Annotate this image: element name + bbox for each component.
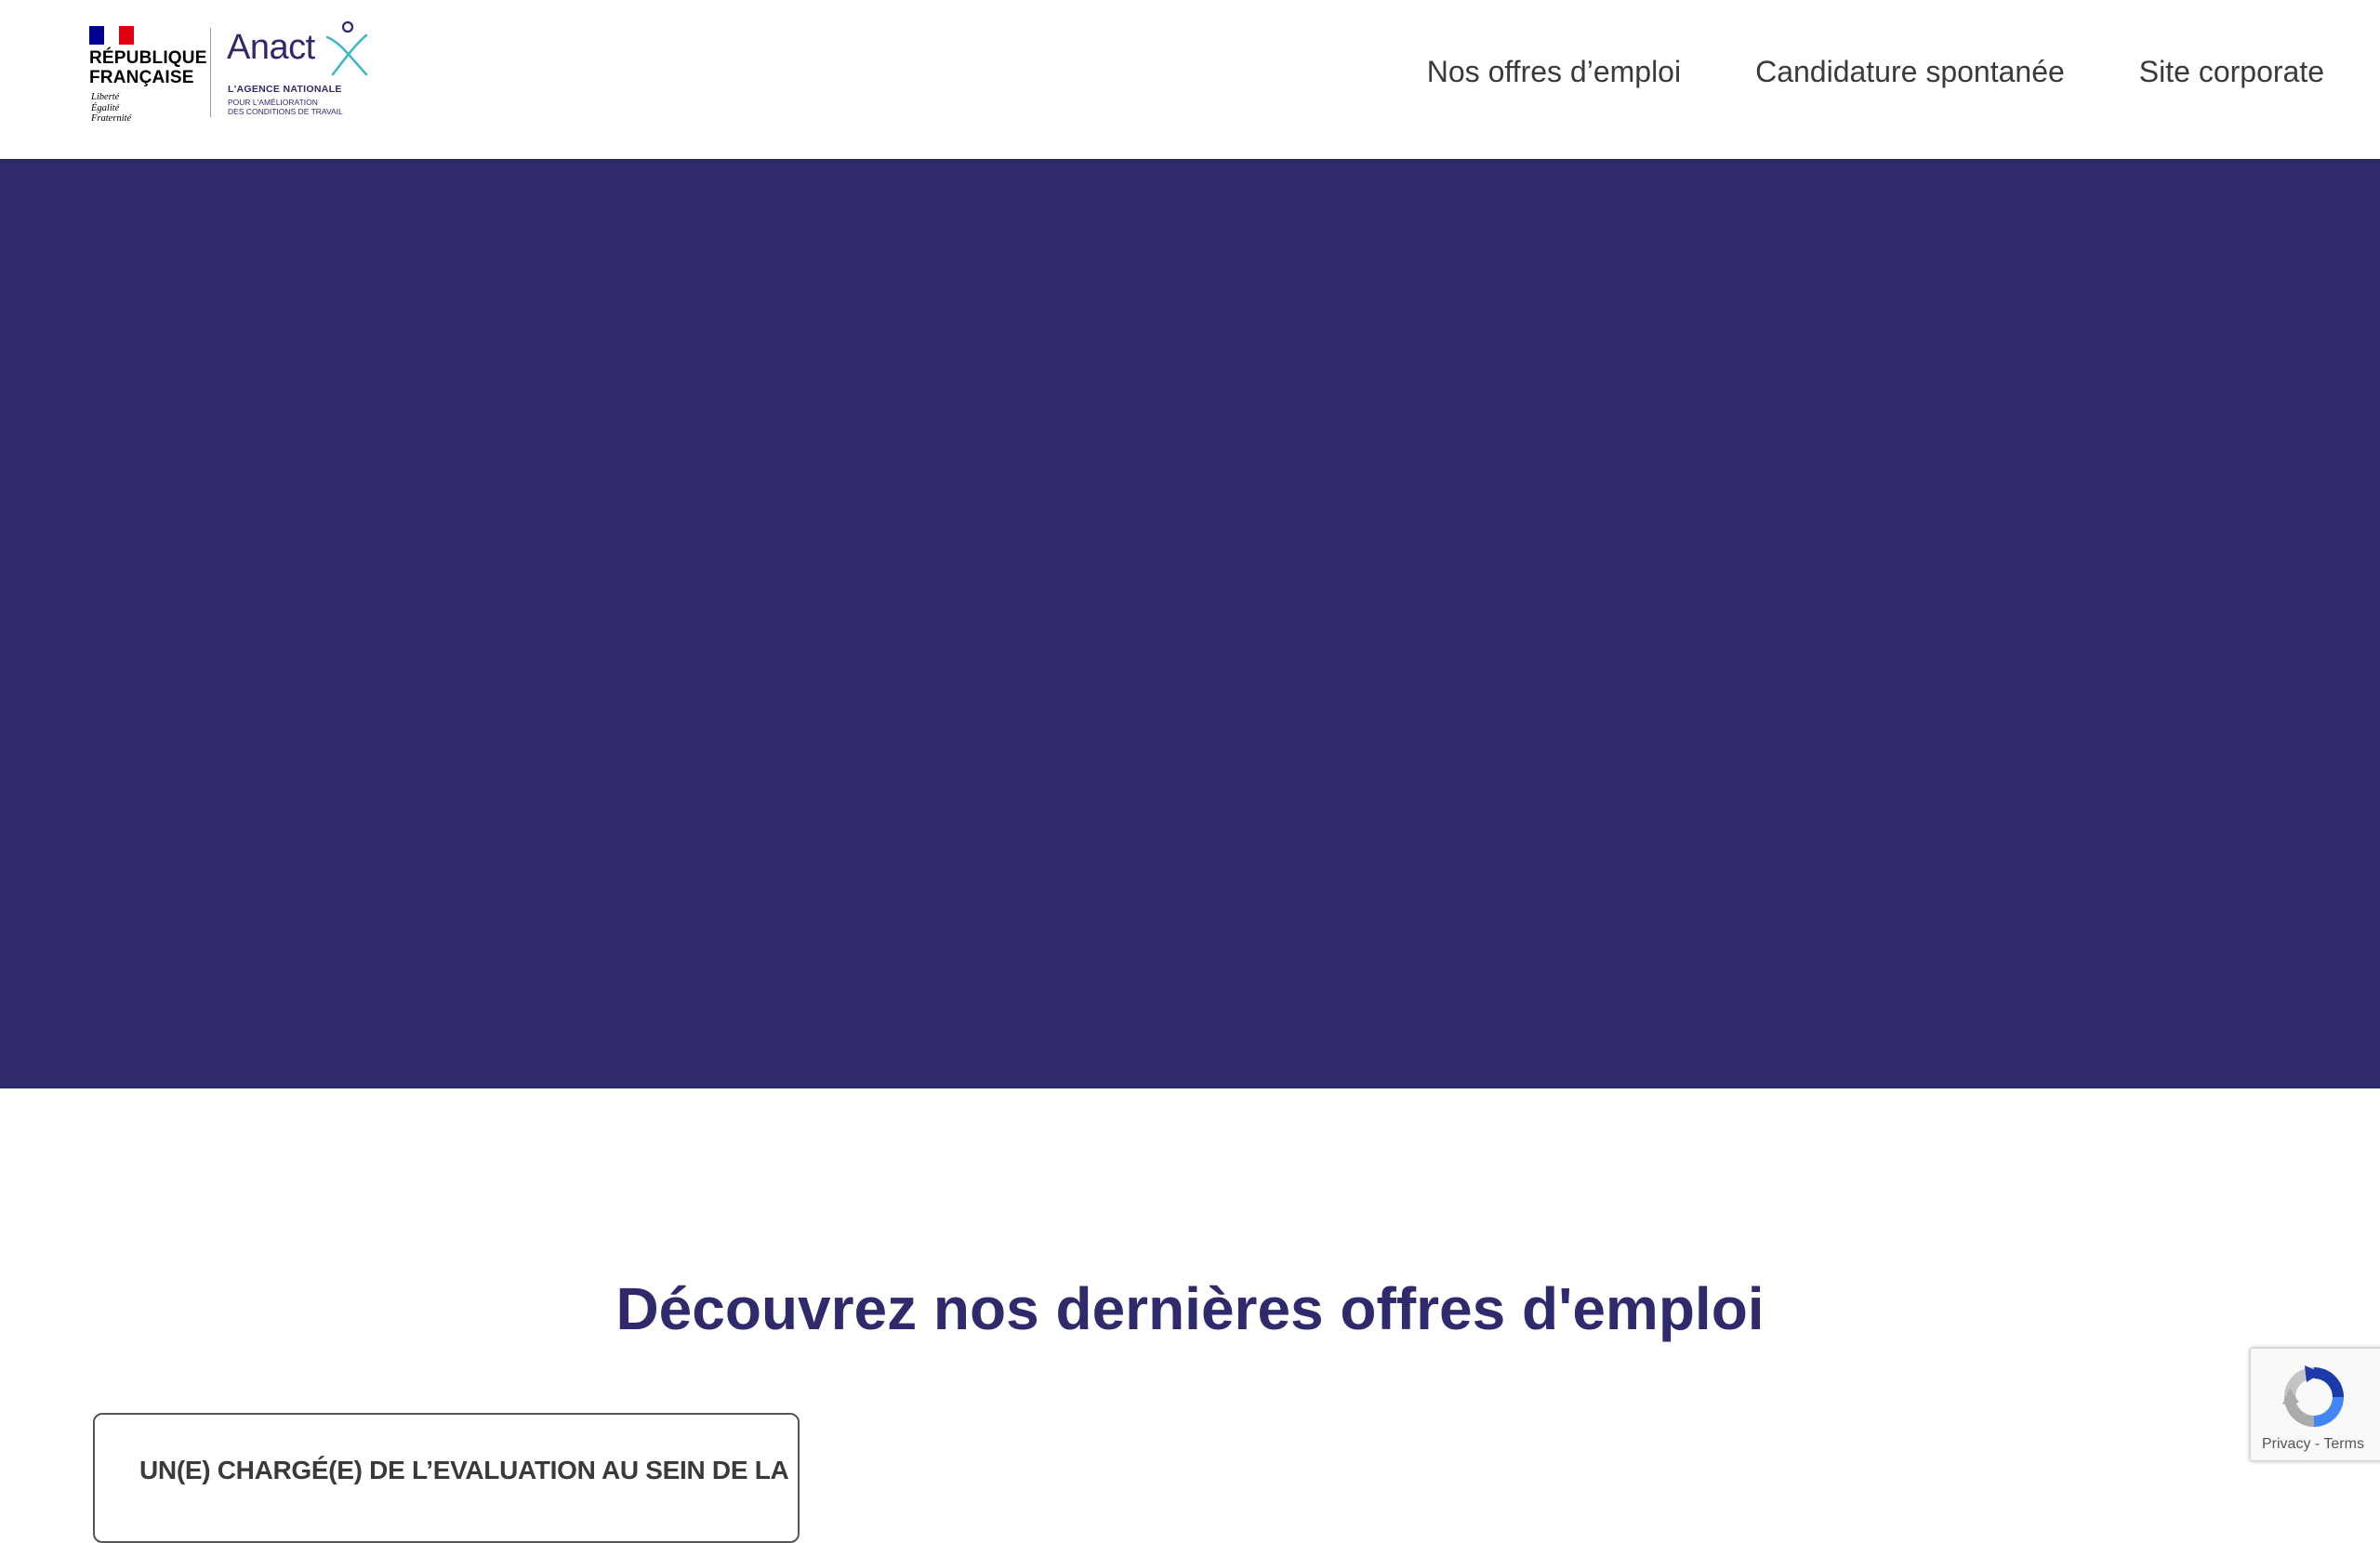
section-title: Découvrez nos dernières offres d'emploi — [615, 1275, 1765, 1343]
anact-subtitle: POUR L'AMÉLIORATION DES CONDITIONS DE TR… — [228, 98, 343, 116]
job-title: UN(E) CHARGÉ(E) DE L’EVALUATION AU SEIN … — [139, 1456, 789, 1484]
rf-title: RÉPUBLIQUE FRANÇAISE — [89, 48, 207, 87]
job-card[interactable]: UN(E) CHARGÉ(E) DE L’EVALUATION AU SEIN … — [93, 1413, 800, 1543]
anact-x-icon — [325, 20, 368, 76]
nav-corporate-site[interactable]: Site corporate — [2139, 48, 2324, 95]
anact-logo: Anact L'AGENCE NATIONALE POUR L'AMÉLIORA… — [227, 20, 376, 125]
nav-spontaneous-application[interactable]: Candidature spontanée — [1755, 48, 2065, 95]
rf-motto: Liberté Égalité Fraternité — [91, 92, 132, 124]
site-logo[interactable]: RÉPUBLIQUE FRANÇAISE Liberté Égalité Fra… — [89, 20, 368, 125]
anact-tagline: L'AGENCE NATIONALE — [228, 84, 342, 95]
republique-francaise-logo: RÉPUBLIQUE FRANÇAISE Liberté Égalité Fra… — [89, 26, 206, 128]
main-nav: Nos offres d’emploi Candidature spontané… — [1353, 48, 2324, 95]
french-flag-icon — [89, 26, 134, 45]
logo-divider — [210, 28, 211, 117]
recaptcha-badge: Privacy - Terms — [2250, 1348, 2380, 1461]
hero-banner — [0, 159, 2380, 1088]
recaptcha-links: Privacy - Terms — [2251, 1436, 2380, 1453]
recaptcha-terms-link[interactable]: Terms — [2323, 1436, 2364, 1452]
anact-wordmark: Anact — [227, 28, 315, 67]
recaptcha-icon[interactable] — [2277, 1360, 2351, 1434]
nav-job-offers[interactable]: Nos offres d’emploi — [1427, 48, 1681, 95]
recaptcha-separator: - — [2310, 1436, 2324, 1452]
recaptcha-privacy-link[interactable]: Privacy — [2262, 1436, 2310, 1452]
site-header: RÉPUBLIQUE FRANÇAISE Liberté Égalité Fra… — [0, 0, 2380, 159]
